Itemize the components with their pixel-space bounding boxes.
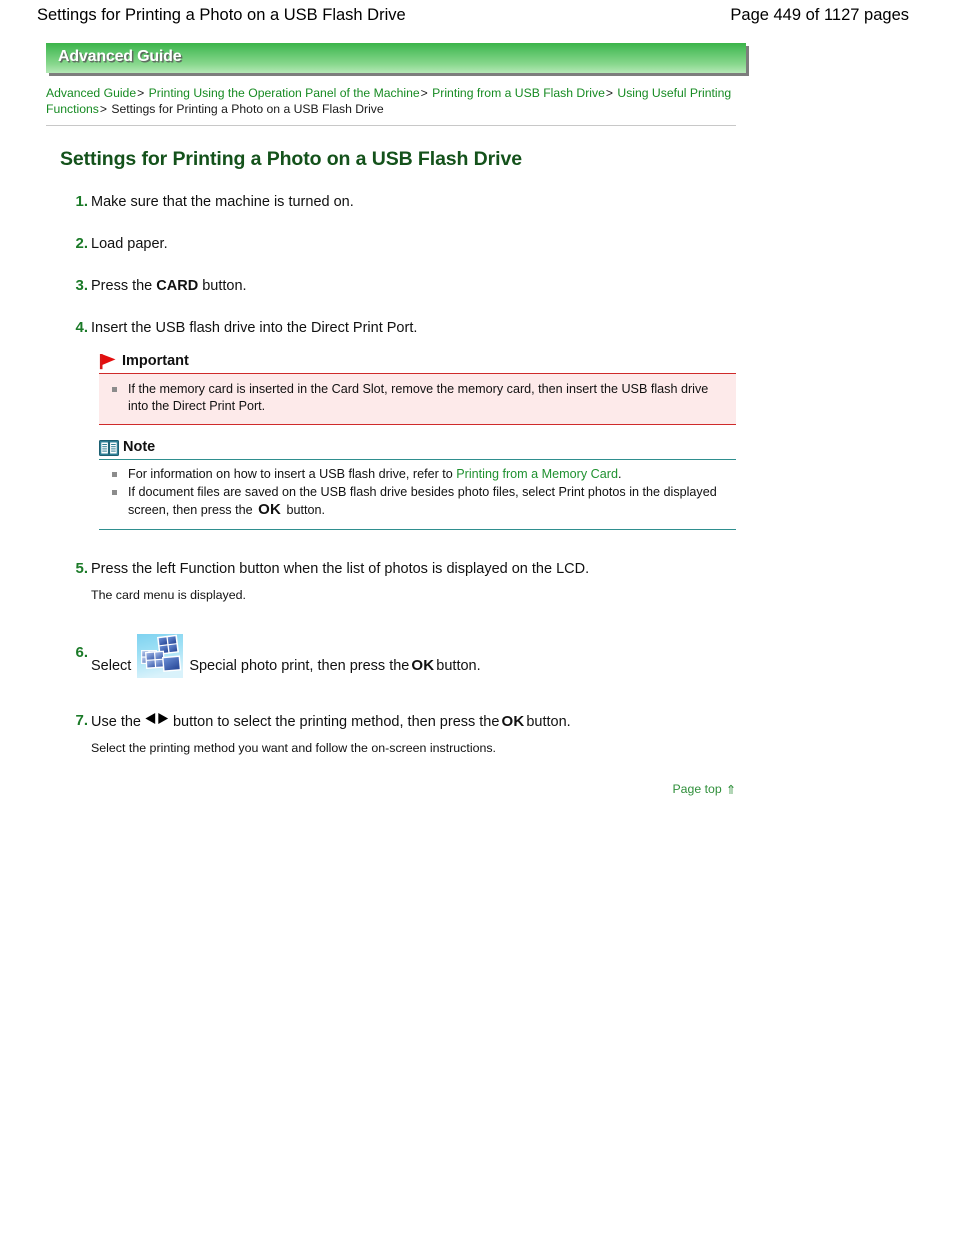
- step-number: 6.: [75, 644, 88, 661]
- page-top-label: Page top: [672, 782, 722, 796]
- left-right-arrow-icon: [144, 712, 170, 731]
- breadcrumb-divider: [46, 125, 736, 126]
- page-number-label: Page 449 of 1127 pages: [730, 6, 909, 24]
- note-item-text-before: For information on how to insert a USB f…: [128, 467, 457, 481]
- breadcrumb-item-current: Settings for Printing a Photo on a USB F…: [111, 102, 384, 116]
- step-text-before: Use the: [91, 714, 141, 730]
- step-number: 4.: [75, 319, 88, 336]
- step-text-mid: button to select the printing method, th…: [172, 714, 500, 730]
- step-5: 5. Press the left Function button when t…: [46, 560, 746, 604]
- ok-button-key: OK: [258, 501, 282, 518]
- important-callout-body: If the memory card is inserted in the Ca…: [99, 373, 736, 425]
- note-callout-heading: Note: [99, 439, 736, 456]
- important-callout: Important If the memory card is inserted…: [99, 352, 736, 425]
- step-text-after: button.: [436, 657, 481, 674]
- step-text: Press the left Function button when the …: [91, 561, 590, 577]
- ok-button-key: OK: [501, 713, 525, 730]
- step-4: 4. Insert the USB flash drive into the D…: [46, 319, 746, 530]
- page-top-link[interactable]: Page top ⇑: [672, 782, 736, 797]
- step-7: 7. Use the button to select the printing…: [46, 712, 746, 757]
- memory-card-link[interactable]: Printing from a Memory Card: [456, 467, 618, 481]
- step-text: Load paper.: [91, 236, 168, 252]
- step-text: Select Special photo print, then press t…: [91, 634, 746, 688]
- note-list-item: For information on how to insert a USB f…: [109, 466, 726, 483]
- special-photo-print-icon: [137, 634, 184, 678]
- step-number: 1.: [75, 193, 88, 210]
- step-1: 1. Make sure that the machine is turned …: [46, 193, 746, 212]
- page-title: Settings for Printing a Photo on a USB F…: [60, 148, 522, 170]
- note-item-list: For information on how to insert a USB f…: [109, 466, 726, 519]
- breadcrumb-separator: >: [605, 86, 613, 100]
- important-item-list: If the memory card is inserted in the Ca…: [109, 381, 726, 415]
- breadcrumb-separator: >: [137, 86, 145, 100]
- step-2: 2. Load paper.: [46, 235, 746, 254]
- step-number: 5.: [75, 560, 88, 577]
- breadcrumb-item-printing-operation-panel[interactable]: Printing Using the Operation Panel of th…: [149, 86, 420, 100]
- step-subtext: Select the printing method you want and …: [91, 741, 496, 755]
- step-text: Press the CARD button.: [91, 277, 746, 296]
- breadcrumb-separator: >: [99, 102, 107, 116]
- note-callout-body: For information on how to insert a USB f…: [99, 459, 736, 530]
- ok-button-key: OK: [411, 656, 435, 674]
- breadcrumb: Advanced Guide> Printing Using the Opera…: [46, 85, 736, 117]
- steps-list: 1. Make sure that the machine is turned …: [46, 193, 746, 757]
- step-number: 3.: [75, 277, 88, 294]
- step-text: Insert the USB flash drive into the Dire…: [91, 320, 418, 336]
- note-callout: Note For information on how to insert a …: [99, 439, 736, 530]
- breadcrumb-separator: >: [420, 86, 428, 100]
- step-3: 3. Press the CARD button.: [46, 277, 746, 296]
- red-flag-icon: [99, 353, 118, 370]
- step-number: 7.: [75, 712, 88, 729]
- note-item-text-before: If document files are saved on the USB f…: [128, 485, 717, 517]
- step-6: 6. Select Special photo print, then pres…: [46, 634, 746, 688]
- step-number: 2.: [75, 235, 88, 252]
- step-text: Use the button to select the printing me…: [91, 712, 746, 732]
- step-text-before: Select: [91, 657, 132, 674]
- card-button-key: CARD: [156, 278, 199, 294]
- note-label: Note: [123, 439, 156, 455]
- step-subtext: The card menu is displayed.: [91, 588, 246, 602]
- content-column: Advanced Guide Advanced Guide> Printing …: [46, 43, 746, 798]
- step-text: Make sure that the machine is turned on.: [91, 194, 354, 210]
- advanced-guide-banner-label: Advanced Guide: [58, 48, 182, 65]
- important-list-item: If the memory card is inserted in the Ca…: [109, 381, 726, 415]
- advanced-guide-banner: Advanced Guide: [46, 43, 746, 73]
- arrow-up-icon: ⇑: [725, 783, 736, 797]
- breadcrumb-item-printing-usb-flash-drive[interactable]: Printing from a USB Flash Drive: [432, 86, 605, 100]
- step-text-before: Press the: [91, 278, 157, 294]
- note-list-item: If document files are saved on the USB f…: [109, 484, 726, 519]
- document-title: Settings for Printing a Photo on a USB F…: [37, 6, 406, 24]
- breadcrumb-item-advanced-guide[interactable]: Advanced Guide: [46, 86, 136, 100]
- step-text-after: button.: [526, 714, 571, 730]
- page-top-row: Page top ⇑: [46, 780, 744, 798]
- important-label: Important: [122, 352, 189, 369]
- note-item-text-after: .: [617, 467, 622, 481]
- step-text-after: button.: [198, 278, 247, 294]
- step-text-mid: Special photo print, then press the: [189, 657, 410, 674]
- important-callout-heading: Important: [99, 352, 736, 370]
- page-header: Settings for Printing a Photo on a USB F…: [0, 0, 954, 25]
- open-book-icon: [99, 440, 119, 456]
- note-item-text-after: button.: [283, 503, 326, 517]
